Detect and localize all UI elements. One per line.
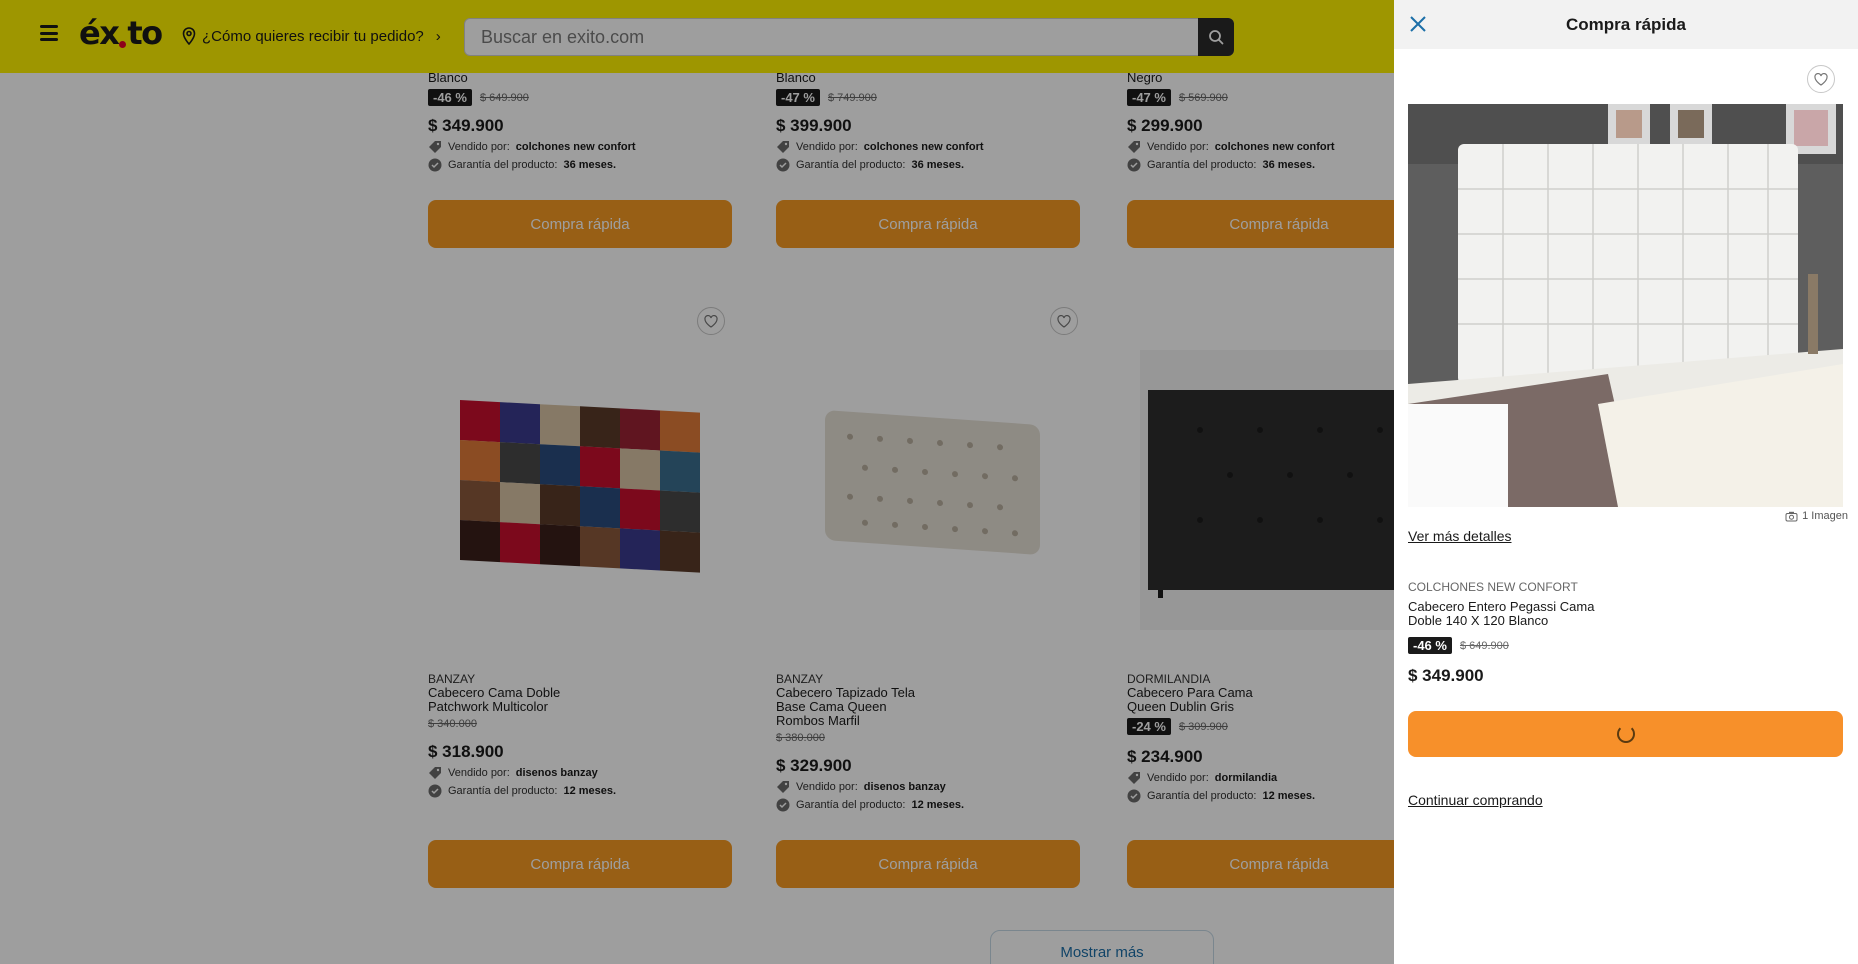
camera-icon: [1785, 511, 1798, 521]
add-to-cart-button[interactable]: [1408, 711, 1843, 757]
view-details-link[interactable]: Ver más detalles: [1408, 528, 1512, 544]
image-count-label: 1 Imagen: [1802, 510, 1848, 522]
close-icon[interactable]: [1408, 14, 1428, 34]
panel-title: Compra rápida: [1566, 14, 1686, 34]
product-main-image[interactable]: [1408, 104, 1843, 507]
product-title: Cabecero Entero Pegassi Cama Doble 140 X…: [1408, 599, 1595, 628]
product-seller: COLCHONES NEW CONFORT: [1408, 580, 1578, 594]
price-discount-row: -46 % $ 649.900: [1408, 637, 1509, 654]
wishlist-button[interactable]: [1807, 65, 1835, 93]
heart-icon: [1814, 72, 1828, 86]
panel-header: Compra rápida: [1394, 0, 1858, 49]
product-price: $ 349.900: [1408, 666, 1484, 685]
loading-spinner-icon: [1616, 725, 1635, 743]
old-price: $ 649.900: [1459, 639, 1509, 652]
image-count: 1 Imagen: [1785, 510, 1848, 522]
continue-shopping-link[interactable]: Continuar comprando: [1408, 792, 1543, 808]
white-headboard-bedroom-image: [1408, 104, 1843, 507]
quick-buy-panel: Compra rápida 1 Imagen Ver más detalles …: [1394, 0, 1858, 964]
discount-badge: -46 %: [1408, 637, 1452, 654]
modal-backdrop[interactable]: [0, 0, 1394, 964]
